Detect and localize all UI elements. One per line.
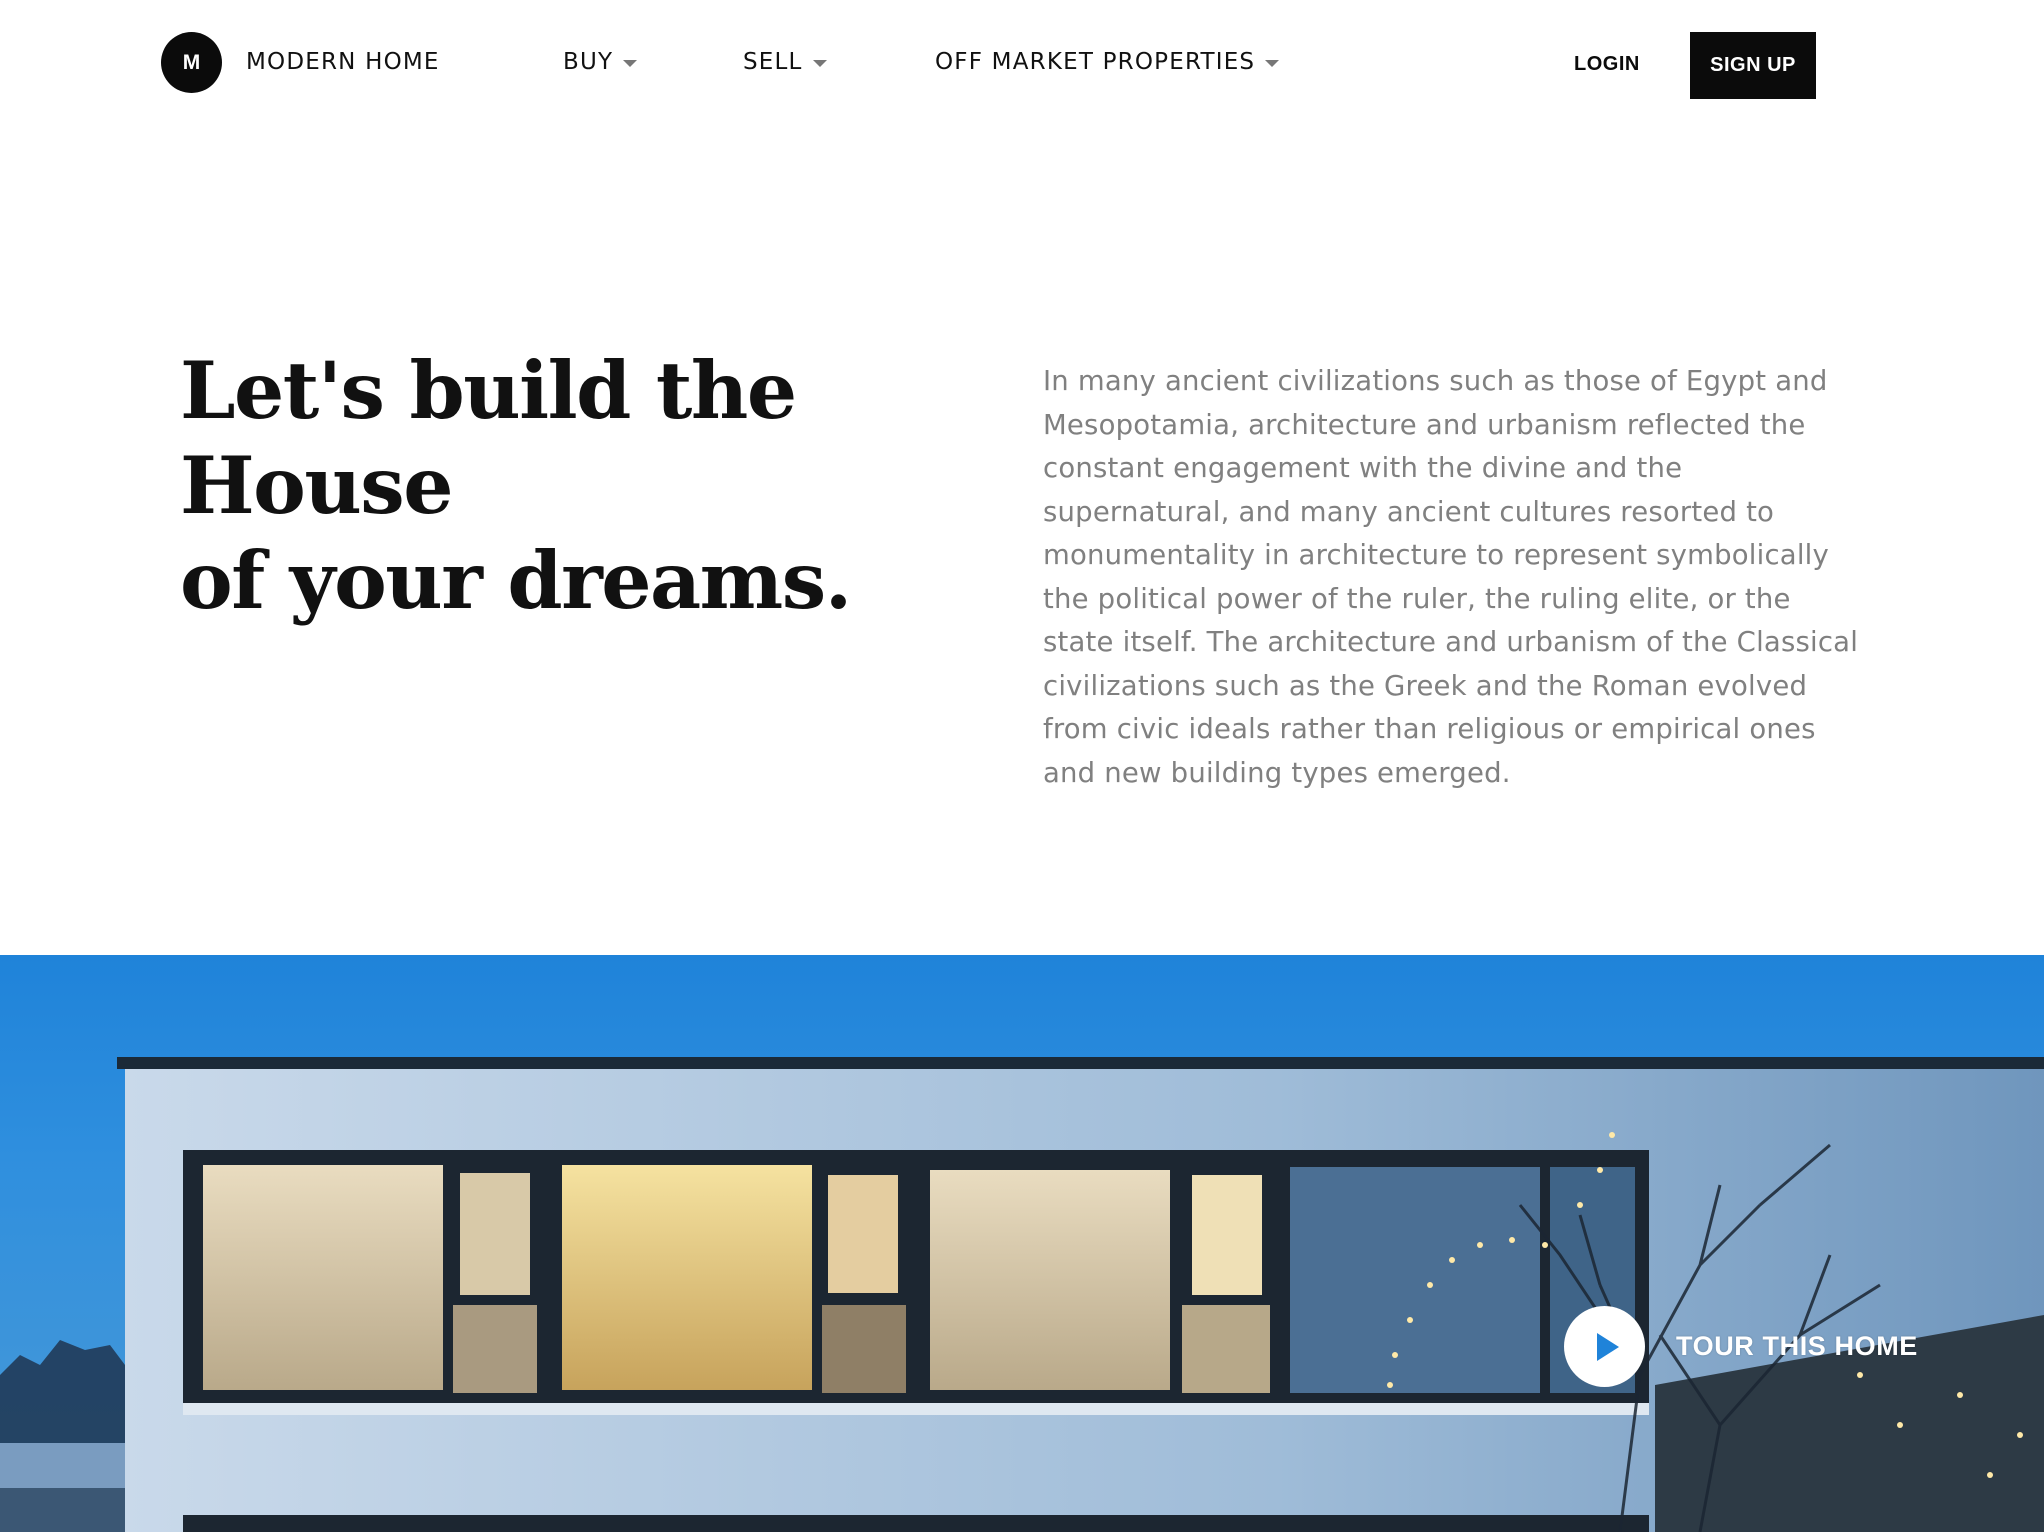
house-photo: [0, 955, 2044, 1532]
brand-name[interactable]: MODERN HOME: [246, 49, 440, 75]
top-navigation: M MODERN HOME BUY SELL OFF MARKET PROPER…: [0, 0, 2044, 130]
nav-item-buy[interactable]: BUY: [563, 49, 638, 75]
tour-this-home-button[interactable]: TOUR THIS HOME: [1564, 1306, 1918, 1387]
sign-up-button[interactable]: SIGN UP: [1690, 32, 1816, 99]
chevron-down-icon: [623, 59, 638, 67]
play-button[interactable]: [1564, 1306, 1645, 1387]
brand-logo[interactable]: M: [161, 32, 222, 93]
chevron-down-icon: [812, 59, 827, 67]
headline-line-2: of your dreams.: [180, 534, 852, 627]
tour-label: TOUR THIS HOME: [1676, 1331, 1918, 1361]
login-link[interactable]: LOGIN: [1574, 53, 1640, 76]
house-illustration: [0, 1057, 2044, 1532]
nav-item-label: SELL: [743, 49, 803, 75]
headline-line-1: Let's build the House: [180, 344, 797, 532]
nav-item-label: BUY: [563, 49, 614, 75]
page-headline: Let's build the House of your dreams.: [180, 343, 1020, 628]
play-icon: [1596, 1332, 1619, 1361]
chevron-down-icon: [1265, 59, 1280, 67]
brand-logo-letter: M: [182, 50, 201, 74]
nav-item-sell[interactable]: SELL: [743, 49, 827, 75]
intro-paragraph: In many ancient civilizations such as th…: [1043, 365, 1859, 789]
nav-item-label: OFF MARKET PROPERTIES: [935, 49, 1256, 75]
nav-item-off-market-properties[interactable]: OFF MARKET PROPERTIES: [935, 49, 1280, 75]
